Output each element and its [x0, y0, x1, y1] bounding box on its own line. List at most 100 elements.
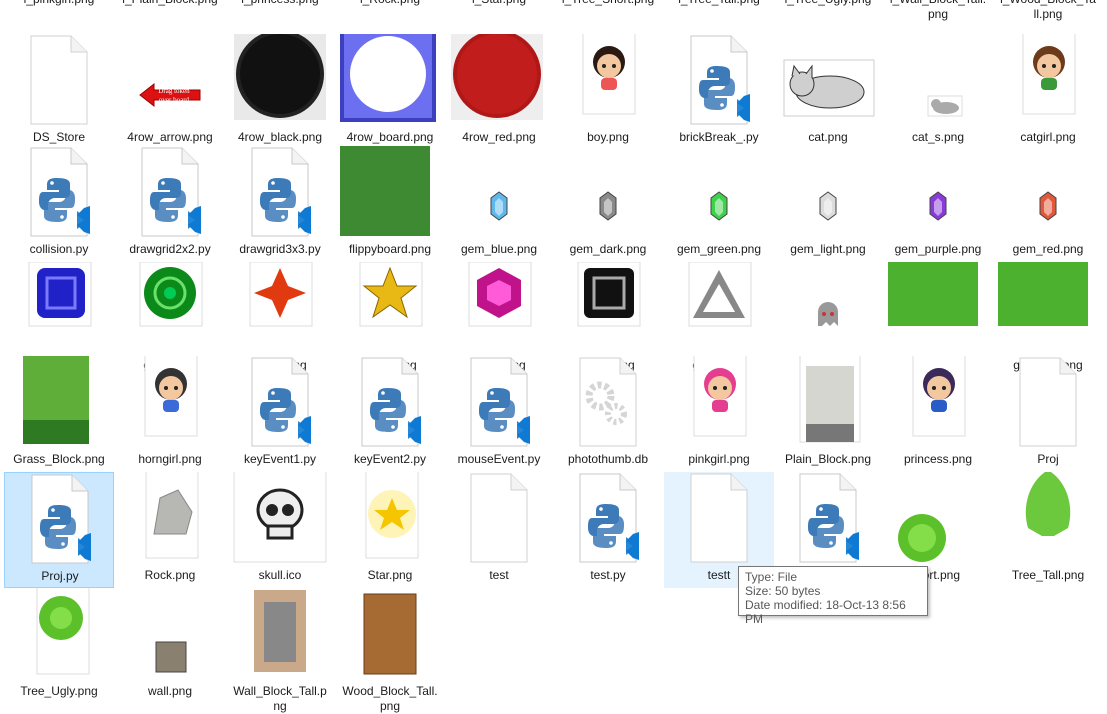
- tooltip-size: Size: 50 bytes: [745, 584, 821, 598]
- file-item[interactable]: gem_purple.png: [883, 146, 993, 262]
- file-item[interactable]: Star.png: [335, 467, 445, 588]
- python-file-icon: [9, 146, 109, 242]
- file-item[interactable]: keyEvent1.py: [225, 356, 335, 472]
- python-file-icon: [669, 34, 769, 130]
- princess-image-icon: [888, 353, 988, 452]
- file-item[interactable]: cat.png: [773, 34, 883, 150]
- tooltip-modified: Date modified: 18-Oct-13 8:56 PM: [745, 598, 906, 626]
- file-item[interactable]: Wall_Block_Tall.p ng: [225, 588, 335, 713]
- boy-image-icon: [558, 31, 658, 130]
- file-item[interactable]: mouseEvent.py: [444, 356, 554, 472]
- file-item[interactable]: princess.png: [883, 353, 993, 472]
- file-item[interactable]: 4row_board.png: [335, 26, 445, 150]
- plain-block-icon: [778, 351, 878, 452]
- file-label[interactable]: i_Wall_Block_Tall. png: [883, 0, 993, 22]
- gem-red-icon: [998, 146, 1098, 242]
- file-label: cat.png: [808, 130, 848, 144]
- file-item[interactable]: Wood_Block_Tall. png: [335, 588, 445, 713]
- file-label: test.py: [590, 568, 626, 582]
- file-label[interactable]: i_Star.png: [444, 0, 554, 7]
- file-label: flippyboard.png: [348, 242, 432, 256]
- file-item[interactable]: collision.py: [4, 146, 114, 262]
- file-item[interactable]: keyEvent2.py: [335, 356, 445, 472]
- file-label: collision.py: [29, 242, 89, 256]
- file-label: catgirl.png: [1020, 130, 1076, 144]
- file-label[interactable]: i_Wood_Block_Ta ll.png: [993, 0, 1103, 22]
- file-label: 4row_red.png: [462, 130, 536, 144]
- file-item[interactable]: Tree_Tall.png: [993, 470, 1103, 588]
- tooltip-type: Type: File: [745, 570, 798, 584]
- blank-file-icon: [998, 356, 1098, 452]
- gem1-icon: [9, 261, 109, 358]
- blank-file-icon: [669, 472, 769, 568]
- file-item[interactable]: gem_blue.png: [444, 146, 554, 262]
- file-item[interactable]: gem_light.png: [773, 146, 883, 262]
- file-label[interactable]: i_princess.png: [225, 0, 335, 7]
- file-item[interactable]: Tree_Ugly.png: [4, 583, 114, 704]
- file-item[interactable]: Drag token over board 4row_arrow.png: [115, 34, 225, 150]
- file-label: gem_red.png: [1012, 242, 1084, 256]
- file-label: photothumb.db: [567, 452, 649, 466]
- gem7-icon: [669, 261, 769, 358]
- file-item[interactable]: Proj.py: [4, 472, 114, 588]
- file-item[interactable]: Rock.png: [115, 467, 225, 588]
- gem6-icon: [558, 261, 658, 358]
- file-label: pinkgirl.png: [688, 452, 750, 466]
- file-item[interactable]: drawgrid2x2.py: [115, 146, 225, 262]
- file-label: keyEvent2.py: [353, 452, 427, 466]
- file-label[interactable]: i_pinkgirl.png: [4, 0, 114, 7]
- file-item[interactable]: pinkgirl.png: [664, 353, 774, 472]
- file-label: drawgrid2x2.py: [129, 242, 211, 256]
- python-file-icon: [449, 356, 549, 452]
- file-item[interactable]: photothumb.db: [553, 356, 663, 472]
- gem-light-icon: [778, 146, 878, 242]
- file-item[interactable]: drawgrid3x3.py: [225, 146, 335, 262]
- file-item[interactable]: horngirl.png: [115, 353, 225, 472]
- gem3-icon: [230, 261, 330, 358]
- file-item[interactable]: gem_green.png: [664, 146, 774, 262]
- file-item[interactable]: cat_s.png: [883, 34, 993, 150]
- file-label[interactable]: i_Rock.png: [335, 0, 445, 7]
- file-item[interactable]: Plain_Block.png: [773, 351, 883, 472]
- file-item[interactable]: boy.png: [553, 31, 663, 150]
- file-item[interactable]: 4row_black.png: [225, 28, 335, 150]
- file-item[interactable]: brickBreak_.py: [664, 34, 774, 150]
- file-item[interactable]: Proj: [993, 356, 1103, 472]
- file-label: boy.png: [587, 130, 629, 144]
- file-item[interactable]: Grass_Block.png: [4, 350, 114, 472]
- file-label: brickBreak_.py: [679, 130, 759, 144]
- file-item[interactable]: skull.ico: [225, 469, 335, 588]
- svg-text:over board: over board: [159, 96, 190, 104]
- file-item[interactable]: test.py: [553, 472, 663, 588]
- file-label: test: [489, 568, 509, 582]
- file-label: Plain_Block.png: [784, 452, 872, 466]
- file-label[interactable]: i_Tree_Tall.png: [664, 0, 774, 7]
- file-label: Rock.png: [144, 568, 196, 582]
- file-label: Wood_Block_Tall. png: [342, 684, 438, 713]
- file-label[interactable]: i_Plain_Block.png: [115, 0, 225, 7]
- file-item[interactable]: catgirl.png: [993, 31, 1103, 150]
- gem-purple-icon: [888, 146, 988, 242]
- file-item[interactable]: gem_dark.png: [553, 146, 663, 262]
- file-label: 4row_black.png: [237, 130, 323, 144]
- file-label[interactable]: i_Tree_Short.png: [553, 0, 663, 7]
- rock-image-icon: [120, 467, 220, 568]
- arrow-image-icon: Drag token over board: [120, 34, 220, 130]
- file-item[interactable]: flippyboard.png: [335, 144, 445, 262]
- blank-file-icon: [449, 472, 549, 568]
- gem-green-icon: [669, 146, 769, 242]
- file-item[interactable]: 4row_red.png: [444, 28, 554, 150]
- file-item[interactable]: test: [444, 472, 554, 588]
- python-file-icon: [230, 356, 330, 452]
- file-label: Grass_Block.png: [13, 452, 105, 466]
- file-item[interactable]: wall.png: [115, 588, 225, 704]
- wall-image-icon: [120, 588, 220, 684]
- grass-texture-icon: [996, 260, 1098, 358]
- svg-text:Drag token: Drag token: [158, 87, 190, 95]
- file-tooltip: Type: File Size: 50 bytes Date modified:…: [738, 566, 928, 626]
- wood-block-tall-icon: [340, 588, 440, 684]
- file-item[interactable]: DS_Store: [4, 34, 114, 150]
- star-image-icon: [340, 467, 440, 568]
- file-label[interactable]: i_Tree_Ugly.png: [773, 0, 883, 7]
- file-item[interactable]: gem_red.png: [993, 146, 1103, 262]
